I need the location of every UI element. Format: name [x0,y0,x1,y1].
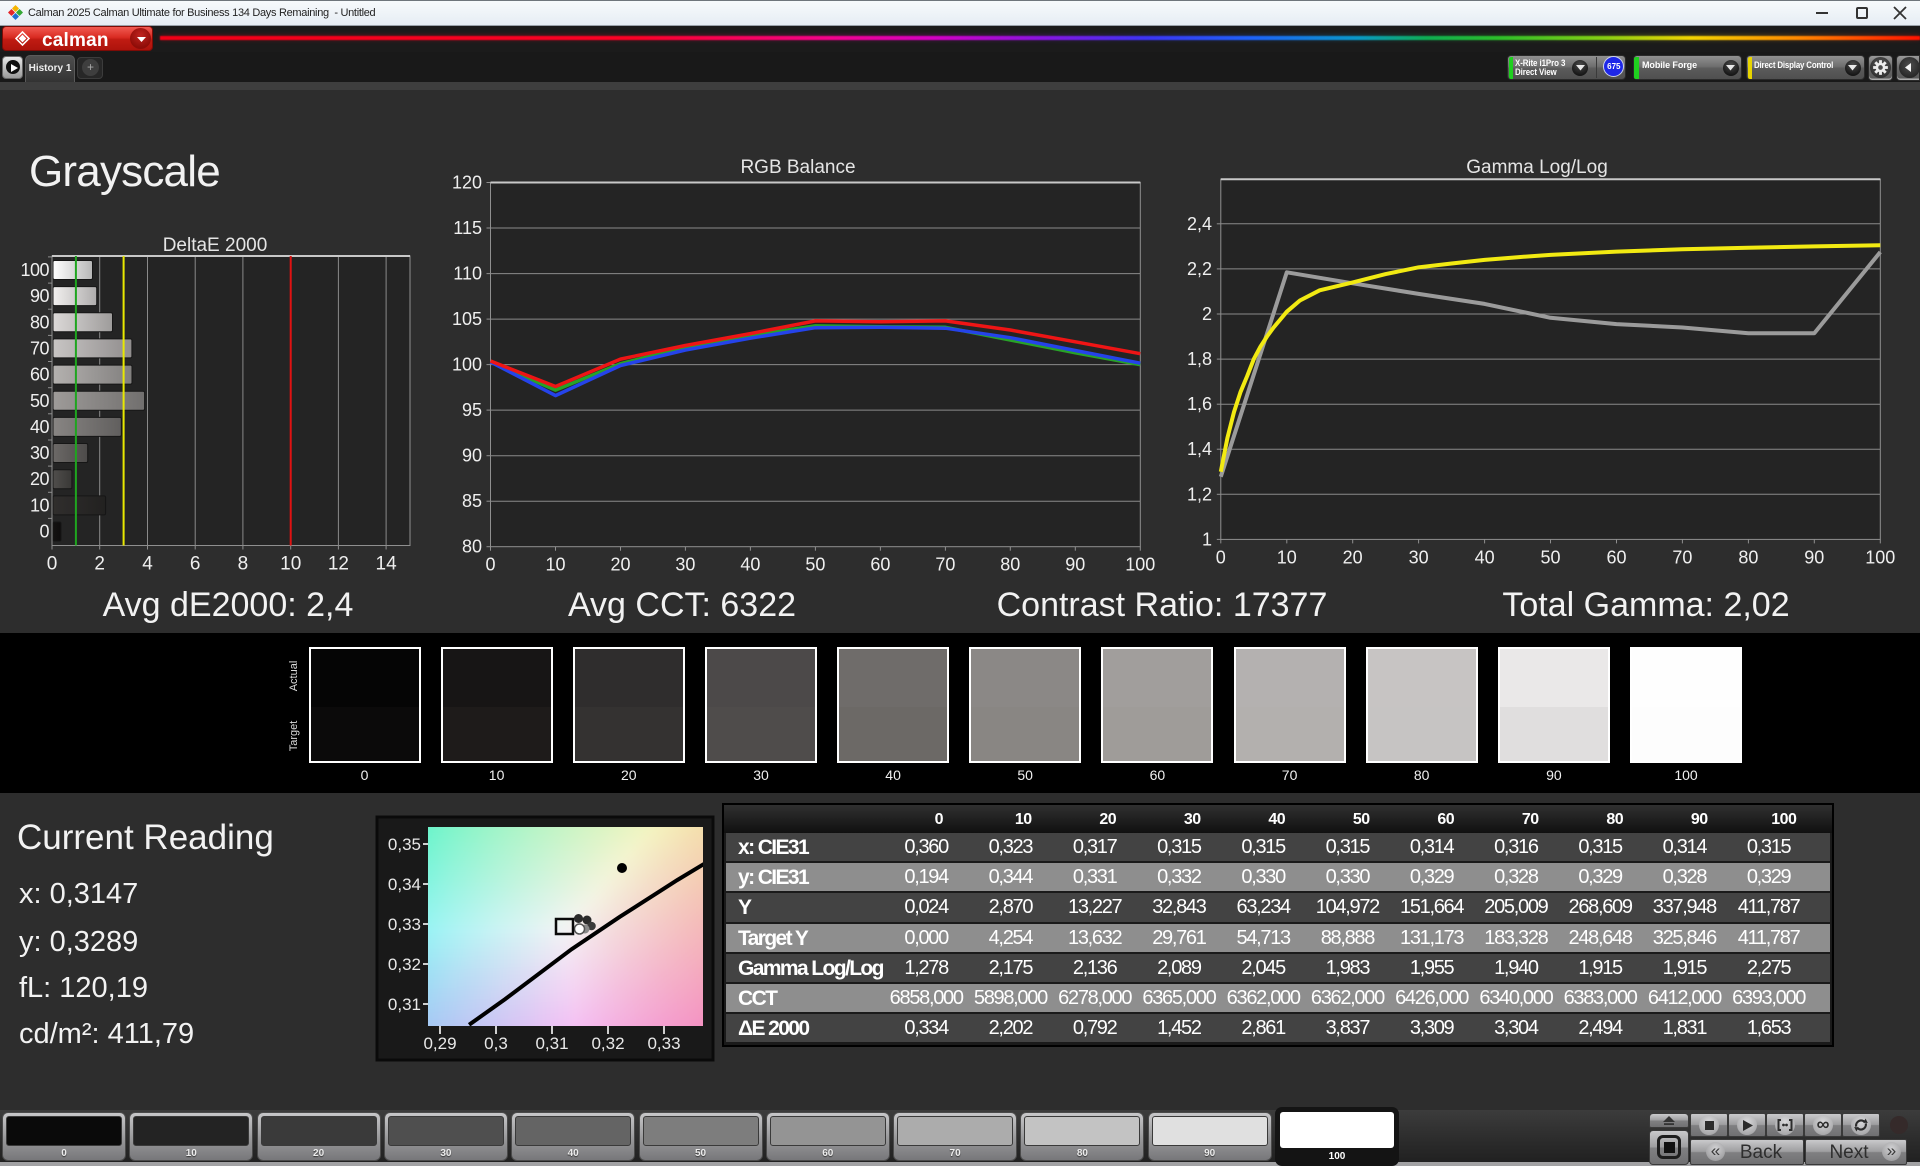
svg-text:90: 90 [1065,555,1085,575]
svg-text:2,2: 2,2 [1187,259,1212,279]
svg-text:60: 60 [30,365,50,385]
svg-text:0,3: 0,3 [484,1034,508,1053]
svg-text:50: 50 [30,391,50,411]
svg-text:12: 12 [328,554,349,575]
svg-text:30: 30 [1409,547,1429,567]
svg-text:10: 10 [280,554,301,575]
svg-text:2: 2 [94,554,105,575]
svg-text:0: 0 [1216,547,1226,567]
svg-text:30: 30 [675,555,695,575]
svg-text:80: 80 [1738,547,1758,567]
svg-text:40: 40 [1475,547,1495,567]
svg-text:0,31: 0,31 [388,995,421,1014]
svg-text:70: 70 [935,555,955,575]
svg-text:0,34: 0,34 [388,875,421,894]
svg-text:20: 20 [30,469,50,489]
svg-text:105: 105 [452,309,482,329]
svg-text:1: 1 [1202,529,1212,549]
svg-text:0: 0 [47,554,58,575]
svg-text:10: 10 [30,495,50,515]
svg-text:0: 0 [485,555,495,575]
svg-text:120: 120 [452,173,482,193]
svg-text:60: 60 [870,555,890,575]
svg-text:100: 100 [1125,555,1155,575]
svg-text:50: 50 [1540,547,1560,567]
svg-text:80: 80 [1000,555,1020,575]
svg-text:Target: Target [288,721,300,752]
svg-text:6: 6 [190,554,201,575]
svg-text:90: 90 [30,286,50,306]
svg-text:14: 14 [376,554,398,575]
svg-text:0,31: 0,31 [535,1034,568,1053]
svg-text:RGB Balance: RGB Balance [740,157,855,178]
svg-text:70: 70 [30,338,50,358]
svg-text:0,35: 0,35 [388,835,421,854]
svg-text:20: 20 [610,555,630,575]
svg-text:Gamma Log/Log: Gamma Log/Log [1466,157,1608,178]
svg-text:110: 110 [453,264,482,284]
svg-text:95: 95 [462,400,482,420]
svg-text:2: 2 [1202,304,1212,324]
svg-text:80: 80 [462,537,482,557]
svg-text:40: 40 [30,417,50,437]
svg-text:0,32: 0,32 [388,955,421,974]
svg-text:50: 50 [805,555,825,575]
svg-text:40: 40 [740,555,760,575]
svg-text:115: 115 [453,218,482,238]
svg-text:0,33: 0,33 [647,1034,680,1053]
svg-text:1,2: 1,2 [1187,484,1212,504]
svg-text:DeltaE 2000: DeltaE 2000 [163,235,268,256]
svg-text:1,4: 1,4 [1187,439,1212,459]
svg-text:0,29: 0,29 [423,1034,456,1053]
svg-text:100: 100 [452,355,482,375]
svg-text:30: 30 [30,443,50,463]
svg-text:10: 10 [1277,547,1297,567]
svg-text:70: 70 [1672,547,1692,567]
svg-text:8: 8 [238,554,249,575]
svg-text:Actual: Actual [288,661,300,692]
svg-text:0,33: 0,33 [388,915,421,934]
svg-text:0: 0 [39,522,49,542]
svg-text:1,8: 1,8 [1187,349,1212,369]
svg-text:100: 100 [20,260,49,280]
svg-text:20: 20 [1343,547,1363,567]
svg-text:0,32: 0,32 [591,1034,624,1053]
svg-text:90: 90 [462,446,482,466]
svg-text:1,6: 1,6 [1187,394,1212,414]
svg-text:90: 90 [1804,547,1824,567]
svg-text:85: 85 [462,491,482,511]
svg-text:2,4: 2,4 [1187,214,1212,234]
svg-text:80: 80 [30,312,50,332]
svg-text:4: 4 [142,554,153,575]
svg-text:10: 10 [545,555,565,575]
svg-text:60: 60 [1606,547,1626,567]
svg-text:100: 100 [1865,547,1895,567]
